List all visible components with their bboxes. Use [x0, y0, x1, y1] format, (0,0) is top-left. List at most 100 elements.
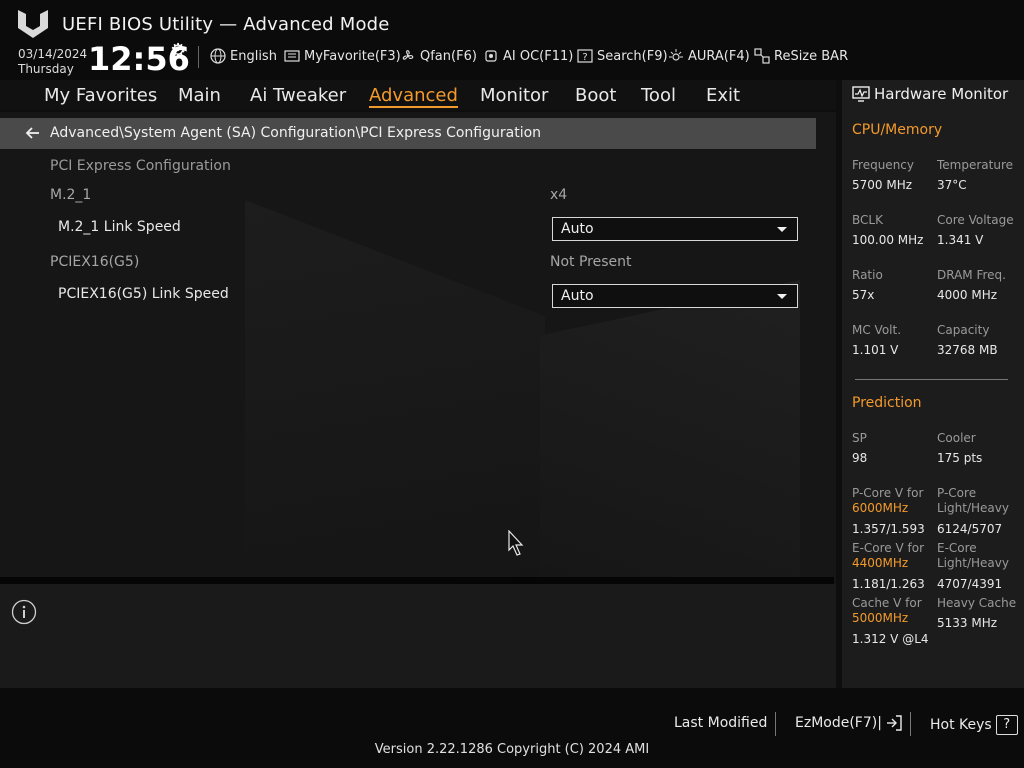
- tab-ai-tweaker[interactable]: Ai Tweaker: [250, 85, 346, 106]
- cache-voltage-value: 1.312 V @L4: [852, 632, 929, 646]
- m2-slot-label: M.2_1: [50, 187, 92, 203]
- hardware-monitor-divider: [855, 379, 1008, 380]
- aioc-button[interactable]: AI OC(F11): [483, 48, 573, 64]
- ratio-label: Ratio: [852, 268, 883, 282]
- pcore-light-heavy-label: P-Core Light/Heavy: [937, 486, 1009, 516]
- bclk-label: BCLK: [852, 213, 883, 227]
- m2-link-speed-value: Auto: [561, 221, 594, 237]
- app-title: UEFI BIOS Utility — Advanced Mode: [62, 14, 390, 35]
- help-area: [0, 584, 836, 688]
- myfavorite-label: MyFavorite(F3): [304, 48, 401, 64]
- cache-voltage-label-text: Cache V for: [852, 596, 922, 610]
- exit-to-ezmode-icon: [886, 715, 902, 731]
- mc-volt-value: 1.101 V: [852, 343, 899, 357]
- cache-voltage-freq: 5000MHz: [852, 611, 909, 625]
- language-label: English: [230, 48, 277, 64]
- heavy-cache-label: Heavy Cache: [937, 596, 1017, 610]
- m2-link-speed-label[interactable]: M.2_1 Link Speed: [58, 219, 181, 235]
- core-voltage-label: Core Voltage: [937, 213, 1014, 227]
- pcore-light-heavy-label-line1: P-Core: [937, 486, 977, 500]
- bclk-value: 100.00 MHz: [852, 233, 924, 247]
- mc-volt-label: MC Volt.: [852, 323, 902, 337]
- settings-gear-icon[interactable]: ⚙: [170, 40, 186, 61]
- section-heading: PCI Express Configuration: [50, 158, 231, 174]
- aura-button[interactable]: AURA(F4): [668, 48, 750, 64]
- cache-voltage-label: Cache V for 5000MHz: [852, 596, 922, 626]
- ezmode-label: EzMode(F7)|: [795, 715, 882, 731]
- m2-slot-value: x4: [550, 187, 568, 203]
- monitor-icon: [852, 86, 870, 102]
- date-display: 03/14/2024: [18, 47, 88, 61]
- tab-my-favorites[interactable]: My Favorites: [44, 85, 157, 106]
- resizebar-icon: [754, 48, 770, 64]
- pcore-voltage-value: 1.357/1.593: [852, 522, 925, 536]
- pciex16-link-speed-label[interactable]: PCIEX16(G5) Link Speed: [58, 286, 229, 302]
- footer-divider: [910, 712, 911, 736]
- ecore-light-heavy-label: E-Core Light/Heavy: [937, 541, 1009, 571]
- m2-link-speed-dropdown[interactable]: Auto: [552, 217, 798, 241]
- prediction-section-title: Prediction: [852, 395, 922, 411]
- pcore-voltage-label: P-Core V for 6000MHz: [852, 486, 923, 516]
- language-button[interactable]: English: [210, 48, 277, 64]
- version-text: Version 2.22.1286 Copyright (C) 2024 AMI: [374, 742, 650, 757]
- breadcrumb: Advanced\System Agent (SA) Configuration…: [50, 125, 542, 141]
- resizebar-button[interactable]: ReSize BAR: [754, 48, 848, 64]
- ecore-light-heavy-label-line1: E-Core: [937, 541, 977, 555]
- tab-exit[interactable]: Exit: [706, 85, 740, 106]
- tuf-logo-icon: [18, 10, 48, 38]
- capacity-label: Capacity: [937, 323, 990, 337]
- question-mark-icon: ?: [995, 715, 1018, 735]
- tab-tool[interactable]: Tool: [641, 85, 676, 106]
- pcore-voltage-freq: 6000MHz: [852, 501, 909, 515]
- mouse-cursor-icon: [508, 530, 524, 556]
- ecore-voltage-freq: 4400MHz: [852, 556, 909, 570]
- aura-label: AURA(F4): [688, 48, 750, 64]
- pciex16-slot-value: Not Present: [550, 254, 632, 270]
- core-voltage-value: 1.341 V: [937, 233, 984, 247]
- back-arrow-icon[interactable]: [24, 124, 42, 142]
- dram-freq-value: 4000 MHz: [937, 288, 998, 302]
- temperature-value: 37°C: [937, 178, 967, 192]
- qfan-button[interactable]: Qfan(F6): [400, 48, 477, 64]
- chevron-down-icon: [777, 227, 787, 232]
- hot-keys-button[interactable]: Hot Keys ?: [930, 715, 1018, 735]
- search-button[interactable]: ? Search(F9): [577, 48, 668, 64]
- last-modified-button[interactable]: Last Modified: [674, 715, 767, 731]
- info-icon: [11, 599, 37, 625]
- last-modified-label: Last Modified: [674, 715, 768, 731]
- tab-advanced[interactable]: Advanced: [369, 85, 458, 108]
- cpu-memory-section-title: CPU/Memory: [852, 122, 943, 138]
- ecore-voltage-label: E-Core V for 4400MHz: [852, 541, 924, 571]
- ecore-light-heavy-label-line2: Light/Heavy: [937, 556, 1009, 570]
- tab-main[interactable]: Main: [178, 85, 221, 106]
- favorite-list-icon: [284, 50, 300, 62]
- hardware-monitor-header: Hardware Monitor: [852, 85, 1008, 103]
- sp-label: SP: [852, 431, 867, 445]
- pcore-light-heavy-value: 6124/5707: [937, 522, 1003, 536]
- tab-boot[interactable]: Boot: [575, 85, 616, 106]
- ecore-light-heavy-value: 4707/4391: [937, 577, 1003, 591]
- globe-icon: [210, 48, 226, 64]
- help-divider: [0, 577, 834, 584]
- myfavorite-button[interactable]: MyFavorite(F3): [284, 48, 401, 64]
- ratio-value: 57x: [852, 288, 875, 302]
- search-help-icon: ?: [577, 49, 593, 63]
- pciex16-link-speed-value: Auto: [561, 288, 594, 304]
- aura-light-icon: [669, 49, 683, 61]
- cooler-label: Cooler: [937, 431, 976, 445]
- aioc-label: AI OC(F11): [503, 48, 574, 64]
- qfan-label: Qfan(F6): [420, 48, 477, 64]
- pciex16-link-speed-dropdown[interactable]: Auto: [552, 284, 798, 308]
- pciex16-slot-label: PCIEX16(G5): [50, 254, 140, 270]
- day-display: Thursday: [18, 62, 74, 76]
- hardware-monitor-title: Hardware Monitor: [874, 85, 1009, 103]
- ai-chip-icon: [485, 50, 497, 62]
- dram-freq-label: DRAM Freq.: [937, 268, 1006, 282]
- heavy-cache-value: 5133 MHz: [937, 616, 998, 630]
- pcore-light-heavy-label-line2: Light/Heavy: [937, 501, 1009, 515]
- header-divider: [198, 46, 199, 68]
- ecore-voltage-value: 1.181/1.263: [852, 577, 925, 591]
- ezmode-button[interactable]: EzMode(F7)|: [795, 715, 902, 731]
- tab-monitor[interactable]: Monitor: [480, 85, 548, 106]
- temperature-label: Temperature: [937, 158, 1014, 172]
